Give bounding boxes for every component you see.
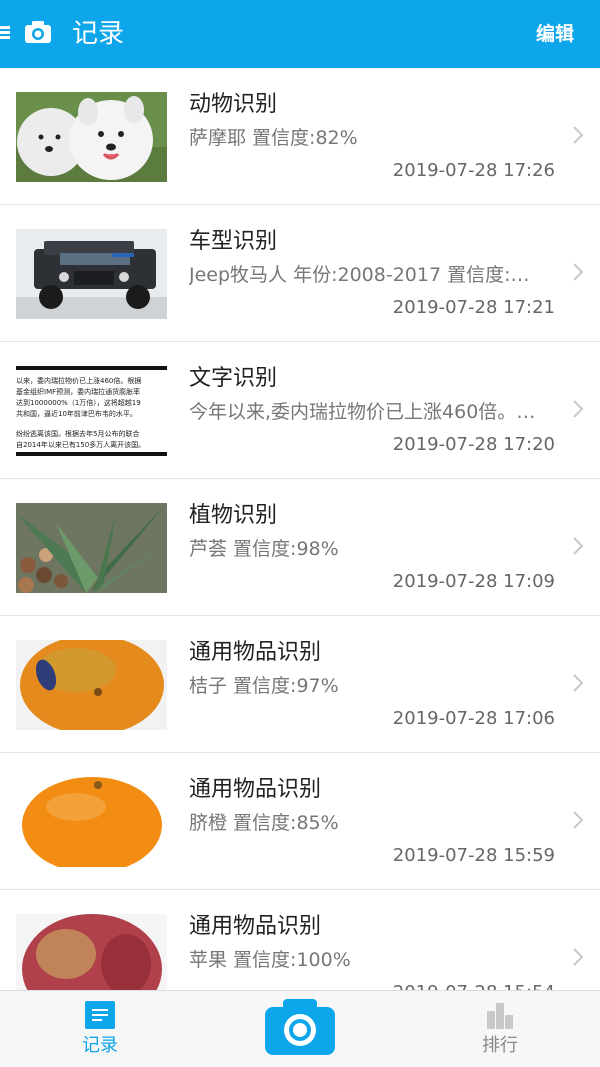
list-item[interactable]: 通用物品识别 苹果 置信度:100% 2019-07-28 15:54	[0, 890, 600, 990]
chevron-right-icon	[573, 674, 584, 692]
navel-orange-thumbnail	[16, 777, 167, 867]
tab-ranking[interactable]: 排行	[440, 991, 560, 1067]
record-timestamp: 2019-07-28 17:26	[392, 160, 555, 181]
document-text-line: 达到1000000%（1万倍），这将超越19	[16, 399, 141, 407]
document-text-line: 以来，委内瑞拉物价已上涨460倍。根据	[16, 377, 142, 385]
records-list-icon	[85, 1001, 115, 1029]
aloe-plant-thumbnail	[16, 503, 167, 593]
list-item[interactable]: 通用物品识别 脐橙 置信度:85% 2019-07-28 15:59	[0, 753, 600, 890]
list-item[interactable]: 动物识别 萨摩耶 置信度:82% 2019-07-28 17:26	[0, 68, 600, 205]
bottom-tab-bar: 记录 排行	[0, 990, 600, 1067]
record-result: 芦荟 置信度:98%	[189, 538, 339, 560]
chevron-right-icon	[573, 948, 584, 966]
tab-ranking-label: 排行	[482, 1035, 518, 1056]
record-result: 萨摩耶 置信度:82%	[189, 127, 358, 149]
document-text-line: 纷纷逃离该国。根据去年5月公布的联合	[16, 430, 140, 438]
record-title: 车型识别	[189, 229, 278, 254]
record-timestamp: 2019-07-28 17:06	[392, 708, 555, 729]
chevron-right-icon	[573, 811, 584, 829]
record-timestamp: 2019-07-28 17:09	[392, 571, 555, 592]
document-text-line: 共和国，逼近10年前津巴布韦的水平。	[16, 410, 137, 418]
record-result: 脐橙 置信度:85%	[189, 812, 339, 834]
record-timestamp: 2019-07-28 17:20	[392, 434, 555, 455]
record-result: 苹果 置信度:100%	[189, 949, 351, 971]
camera-icon[interactable]	[24, 20, 52, 44]
chevron-right-icon	[573, 537, 584, 555]
list-item[interactable]: 车型识别 Jeep牧马人 年份:2008-2017 置信度:… 2019-07-…	[0, 205, 600, 342]
record-title: 通用物品识别	[189, 777, 322, 802]
document-text-line: 自2014年以来已有150多万人离开该国。	[16, 441, 146, 449]
record-result: 今年以来,委内瑞拉物价已上涨460倍。根据…	[189, 401, 554, 423]
record-title: 动物识别	[189, 92, 278, 117]
samoyed-dog-thumbnail	[16, 92, 167, 182]
record-title: 通用物品识别	[189, 640, 322, 665]
record-timestamp: 2019-07-28 17:21	[392, 297, 555, 318]
ranking-chart-icon	[487, 1003, 513, 1029]
record-timestamp: 2019-07-28 15:54	[393, 980, 555, 990]
tab-records[interactable]: 记录	[40, 991, 160, 1067]
apple-fruit-thumbnail	[16, 914, 167, 990]
record-result: 桔子 置信度:97%	[189, 675, 339, 697]
record-result: Jeep牧马人 年份:2008-2017 置信度:…	[189, 264, 530, 286]
jeep-truck-thumbnail	[16, 229, 167, 319]
list-item[interactable]: 通用物品识别 桔子 置信度:97% 2019-07-28 17:06	[0, 616, 600, 753]
text-document-thumbnail: 以来，委内瑞拉物价已上涨460倍。根据 基金组织IMF预测，委内瑞拉通货膨胀率 …	[16, 366, 167, 456]
record-list: 动物识别 萨摩耶 置信度:82% 2019-07-28 17:26 车型识别 J…	[0, 68, 600, 990]
record-timestamp: 2019-07-28 15:59	[392, 845, 555, 866]
record-title: 植物识别	[189, 503, 278, 528]
page-title: 记录	[72, 19, 125, 49]
menu-icon[interactable]	[0, 26, 10, 40]
record-title: 文字识别	[189, 366, 278, 391]
record-title: 通用物品识别	[189, 914, 322, 939]
list-item[interactable]: 以来，委内瑞拉物价已上涨460倍。根据 基金组织IMF预测，委内瑞拉通货膨胀率 …	[0, 342, 600, 479]
chevron-right-icon	[573, 263, 584, 281]
document-text-line: 基金组织IMF预测，委内瑞拉通货膨胀率	[16, 388, 141, 396]
edit-button[interactable]: 编辑	[536, 20, 574, 48]
list-item[interactable]: 植物识别 芦荟 置信度:98% 2019-07-28 17:09	[0, 479, 600, 616]
chevron-right-icon	[573, 400, 584, 418]
top-app-bar: 记录 编辑	[0, 0, 600, 68]
orange-fruit-thumbnail	[16, 640, 167, 730]
tab-records-label: 记录	[82, 1035, 118, 1056]
chevron-right-icon	[573, 126, 584, 144]
camera-button-icon[interactable]	[265, 999, 335, 1055]
